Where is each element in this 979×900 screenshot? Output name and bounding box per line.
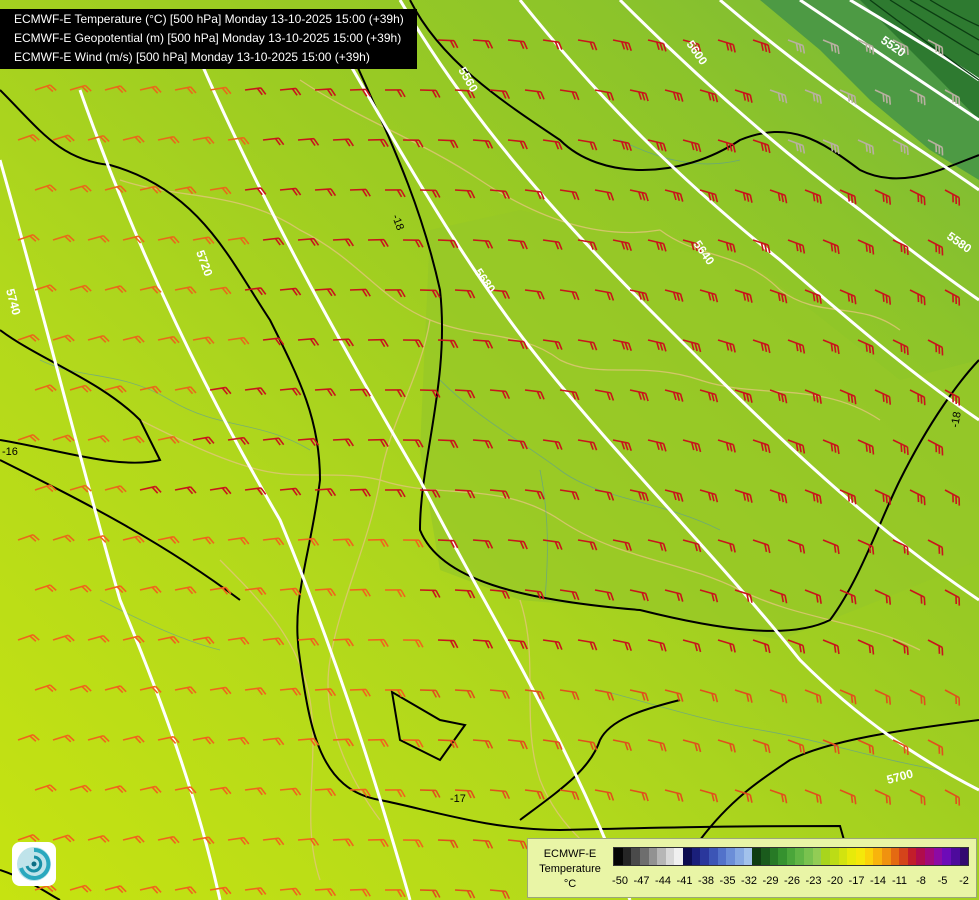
legend-swatch xyxy=(821,848,831,865)
legend-swatch xyxy=(942,848,951,865)
legend-swatch xyxy=(890,848,900,865)
legend-swatch xyxy=(959,848,969,865)
legend-swatch xyxy=(631,848,640,865)
legend-swatch xyxy=(830,848,839,865)
legend-swatch xyxy=(778,848,787,865)
legend-swatch xyxy=(614,848,623,865)
legend-swatch xyxy=(925,848,934,865)
legend-swatch xyxy=(674,848,684,865)
legend-title: ECMWF-E Temperature °C xyxy=(539,848,601,890)
legend-swatch xyxy=(933,848,943,865)
title-temperature: ECMWF-E Temperature (°C) [500 hPa] Monda… xyxy=(14,12,404,26)
legend-tick-label: -5 xyxy=(937,875,948,887)
legend-swatch xyxy=(899,848,908,865)
isotherm-label: -17 xyxy=(450,793,466,805)
legend-tick-label: -14 xyxy=(870,875,886,887)
legend-swatch xyxy=(683,848,692,865)
legend-swatch xyxy=(916,848,926,865)
legend-swatch xyxy=(752,848,761,865)
legend-swatch xyxy=(873,848,882,865)
legend-swatch xyxy=(855,848,865,865)
legend-swatch xyxy=(760,848,770,865)
legend-swatch xyxy=(838,848,848,865)
legend-swatch xyxy=(812,848,822,865)
legend-swatch xyxy=(950,848,960,865)
legend-tick-label: -26 xyxy=(784,875,800,887)
map-title-box: ECMWF-E Temperature (°C) [500 hPa] Monda… xyxy=(0,9,417,69)
legend-swatch xyxy=(847,848,856,865)
legend-tick-label: -35 xyxy=(719,875,736,887)
legend-swatch xyxy=(734,848,744,865)
title-geopotential: ECMWF-E Geopotential (m) [500 hPa] Monda… xyxy=(14,31,402,45)
map-canvas[interactable]: 5520 5560 5580 5600 5640 5680 5700 5720 … xyxy=(0,0,979,900)
title-wind: ECMWF-E Wind (m/s) [500 hPa] Monday 13-1… xyxy=(14,50,370,64)
legend-tick-label: -23 xyxy=(805,875,822,887)
legend-tick-label: -38 xyxy=(698,875,714,887)
legend-tick-label: -32 xyxy=(741,875,757,887)
legend-swatch xyxy=(907,848,917,865)
temperature-legend: ECMWF-E Temperature °C -50 -47 -44 -41 -38 -3… xyxy=(527,838,977,898)
legend-swatch xyxy=(864,848,874,865)
legend-swatch xyxy=(804,848,813,865)
legend-swatch xyxy=(743,848,753,865)
legend-colorbar xyxy=(613,847,969,866)
legend-swatch xyxy=(691,848,701,865)
legend-swatch xyxy=(717,848,727,865)
legend-swatch xyxy=(881,848,891,865)
legend-swatch xyxy=(795,848,805,865)
legend-swatch xyxy=(622,848,632,865)
legend-swatch xyxy=(657,848,666,865)
legend-tick-label: -2 xyxy=(959,875,969,887)
weather-map[interactable]: 5520 5560 5580 5600 5640 5680 5700 5720 … xyxy=(0,0,979,900)
legend-tick-label: -17 xyxy=(848,875,865,887)
legend-tick-label: -29 xyxy=(762,875,779,887)
legend-swatch xyxy=(700,848,710,865)
legend-swatch xyxy=(726,848,735,865)
legend-swatch xyxy=(639,848,649,865)
legend-tick-label: -41 xyxy=(676,875,693,887)
legend-swatch xyxy=(665,848,675,865)
legend-swatch xyxy=(769,848,779,865)
legend-tick-label: -47 xyxy=(633,875,650,887)
legend-swatch xyxy=(648,848,658,865)
legend-tick-label: -50 xyxy=(612,875,628,887)
legend-ticks: -50 -47 -44 -41 -38 -35 -32 -29 -26 -23 -20 -17 -14-… xyxy=(608,875,976,889)
legend-swatch xyxy=(709,848,718,865)
legend-tick-label: -8 xyxy=(916,875,926,887)
legend-tick-label: -11 xyxy=(891,875,908,887)
legend-tick-label: -20 xyxy=(827,875,843,887)
legend-swatch xyxy=(786,848,796,865)
isotherm-label: -16 xyxy=(2,446,18,458)
ecmwf-logo-icon xyxy=(12,842,56,886)
legend-tick-label: -44 xyxy=(655,875,671,887)
